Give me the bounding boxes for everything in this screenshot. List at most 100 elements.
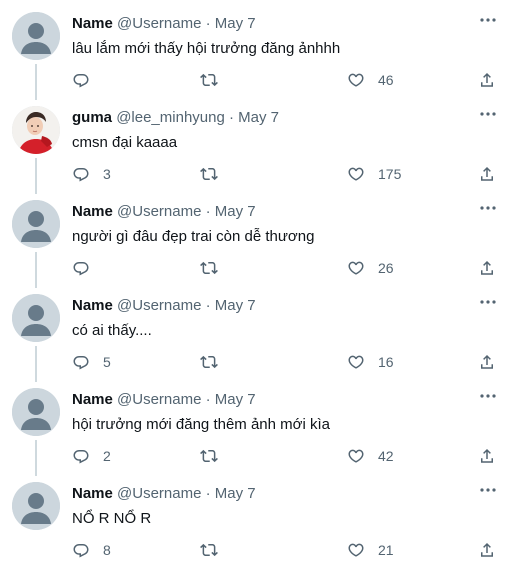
separator: ·: [205, 15, 211, 32]
display-name[interactable]: Name: [72, 485, 113, 502]
reply-button[interactable]: [72, 258, 103, 278]
like-count: 42: [378, 448, 394, 464]
more-icon[interactable]: [478, 386, 498, 406]
reply-count: 8: [103, 542, 111, 558]
tweet-actions: 5 16: [72, 352, 500, 372]
like-button[interactable]: 46: [347, 70, 394, 90]
timestamp[interactable]: May 7: [215, 297, 256, 314]
username[interactable]: @Username: [117, 203, 201, 220]
display-name[interactable]: Name: [72, 203, 113, 220]
share-button[interactable]: [478, 352, 496, 372]
tweet[interactable]: Name @Username · May 7 hội trưởng mới đă…: [0, 376, 512, 470]
reply-button[interactable]: 3: [72, 164, 111, 184]
tweet-text: có ai thấy....: [72, 322, 152, 339]
retweet-button[interactable]: [200, 164, 218, 184]
tweet[interactable]: Name @Username · May 7 có ai thấy.... 5: [0, 282, 512, 376]
like-button[interactable]: 26: [347, 258, 394, 278]
more-icon[interactable]: [478, 10, 498, 30]
retweet-icon: [200, 353, 218, 371]
username[interactable]: @Username: [117, 297, 201, 314]
share-button[interactable]: [478, 164, 496, 184]
display-name[interactable]: Name: [72, 391, 113, 408]
username[interactable]: @Username: [117, 391, 201, 408]
timestamp[interactable]: May 7: [215, 203, 256, 220]
share-icon: [478, 259, 496, 277]
profile-photo: [12, 106, 60, 154]
tweet-header: guma @lee_minhyung · May 7: [72, 108, 472, 128]
share-icon: [478, 447, 496, 465]
share-button[interactable]: [478, 446, 496, 466]
retweet-button[interactable]: [200, 540, 218, 560]
tweet[interactable]: Name @Username · May 7 NỔ R NỔ R 8 21: [0, 470, 512, 564]
share-icon: [478, 165, 496, 183]
default-avatar-icon: [12, 294, 60, 342]
retweet-button[interactable]: [200, 70, 218, 90]
separator: ·: [205, 203, 211, 220]
default-avatar-icon: [12, 388, 60, 436]
display-name[interactable]: guma: [72, 109, 112, 126]
reply-count: 5: [103, 354, 111, 370]
tweet-header: Name @Username · May 7: [72, 484, 472, 504]
avatar[interactable]: [12, 482, 60, 530]
tweet-header: Name @Username · May 7: [72, 202, 472, 222]
reply-icon: [72, 447, 90, 465]
username[interactable]: @Username: [117, 15, 201, 32]
like-button[interactable]: 21: [347, 540, 394, 560]
tweet-header: Name @Username · May 7: [72, 390, 472, 410]
reply-icon: [72, 71, 90, 89]
avatar[interactable]: [12, 294, 60, 342]
tweet-header: Name @Username · May 7: [72, 296, 472, 316]
avatar[interactable]: [12, 106, 60, 154]
more-icon[interactable]: [478, 292, 498, 312]
like-button[interactable]: 42: [347, 446, 394, 466]
reply-icon: [72, 541, 90, 559]
share-button[interactable]: [478, 70, 496, 90]
retweet-icon: [200, 541, 218, 559]
separator: ·: [205, 297, 211, 314]
reply-button[interactable]: 8: [72, 540, 111, 560]
share-button[interactable]: [478, 258, 496, 278]
reply-button[interactable]: [72, 70, 103, 90]
tweet[interactable]: Name @Username · May 7 người gì đâu đẹp …: [0, 188, 512, 282]
tweet-header: Name @Username · May 7: [72, 14, 472, 34]
default-avatar-icon: [12, 200, 60, 248]
timestamp[interactable]: May 7: [215, 391, 256, 408]
more-icon[interactable]: [478, 198, 498, 218]
like-button[interactable]: 16: [347, 352, 394, 372]
tweet-text: cmsn đại kaaaa: [72, 134, 178, 151]
tweet[interactable]: guma @lee_minhyung · May 7 cmsn đại kaaa…: [0, 94, 512, 188]
timestamp[interactable]: May 7: [215, 485, 256, 502]
timestamp[interactable]: May 7: [215, 15, 256, 32]
like-icon: [347, 259, 365, 277]
retweet-button[interactable]: [200, 258, 218, 278]
avatar[interactable]: [12, 388, 60, 436]
share-button[interactable]: [478, 540, 496, 560]
reply-icon: [72, 353, 90, 371]
share-icon: [478, 71, 496, 89]
username[interactable]: @Username: [117, 485, 201, 502]
like-button[interactable]: 175: [347, 164, 401, 184]
like-count: 26: [378, 260, 394, 276]
more-icon[interactable]: [478, 480, 498, 500]
reply-button[interactable]: 2: [72, 446, 111, 466]
like-icon: [347, 447, 365, 465]
retweet-button[interactable]: [200, 352, 218, 372]
reply-button[interactable]: 5: [72, 352, 111, 372]
more-icon[interactable]: [478, 104, 498, 124]
tweet-actions: 26: [72, 258, 500, 278]
display-name[interactable]: Name: [72, 297, 113, 314]
avatar[interactable]: [12, 200, 60, 248]
tweet-text: hội trưởng mới đăng thêm ảnh mới kìa: [72, 416, 330, 433]
tweet[interactable]: Name @Username · May 7 lâu lắm mới thấy …: [0, 0, 512, 94]
display-name[interactable]: Name: [72, 15, 113, 32]
default-avatar-icon: [12, 12, 60, 60]
like-count: 21: [378, 542, 394, 558]
reply-icon: [72, 165, 90, 183]
retweet-button[interactable]: [200, 446, 218, 466]
like-icon: [347, 541, 365, 559]
avatar[interactable]: [12, 12, 60, 60]
timestamp[interactable]: May 7: [238, 109, 279, 126]
username[interactable]: @lee_minhyung: [116, 109, 225, 126]
tweet-actions: 46: [72, 70, 500, 90]
like-count: 46: [378, 72, 394, 88]
